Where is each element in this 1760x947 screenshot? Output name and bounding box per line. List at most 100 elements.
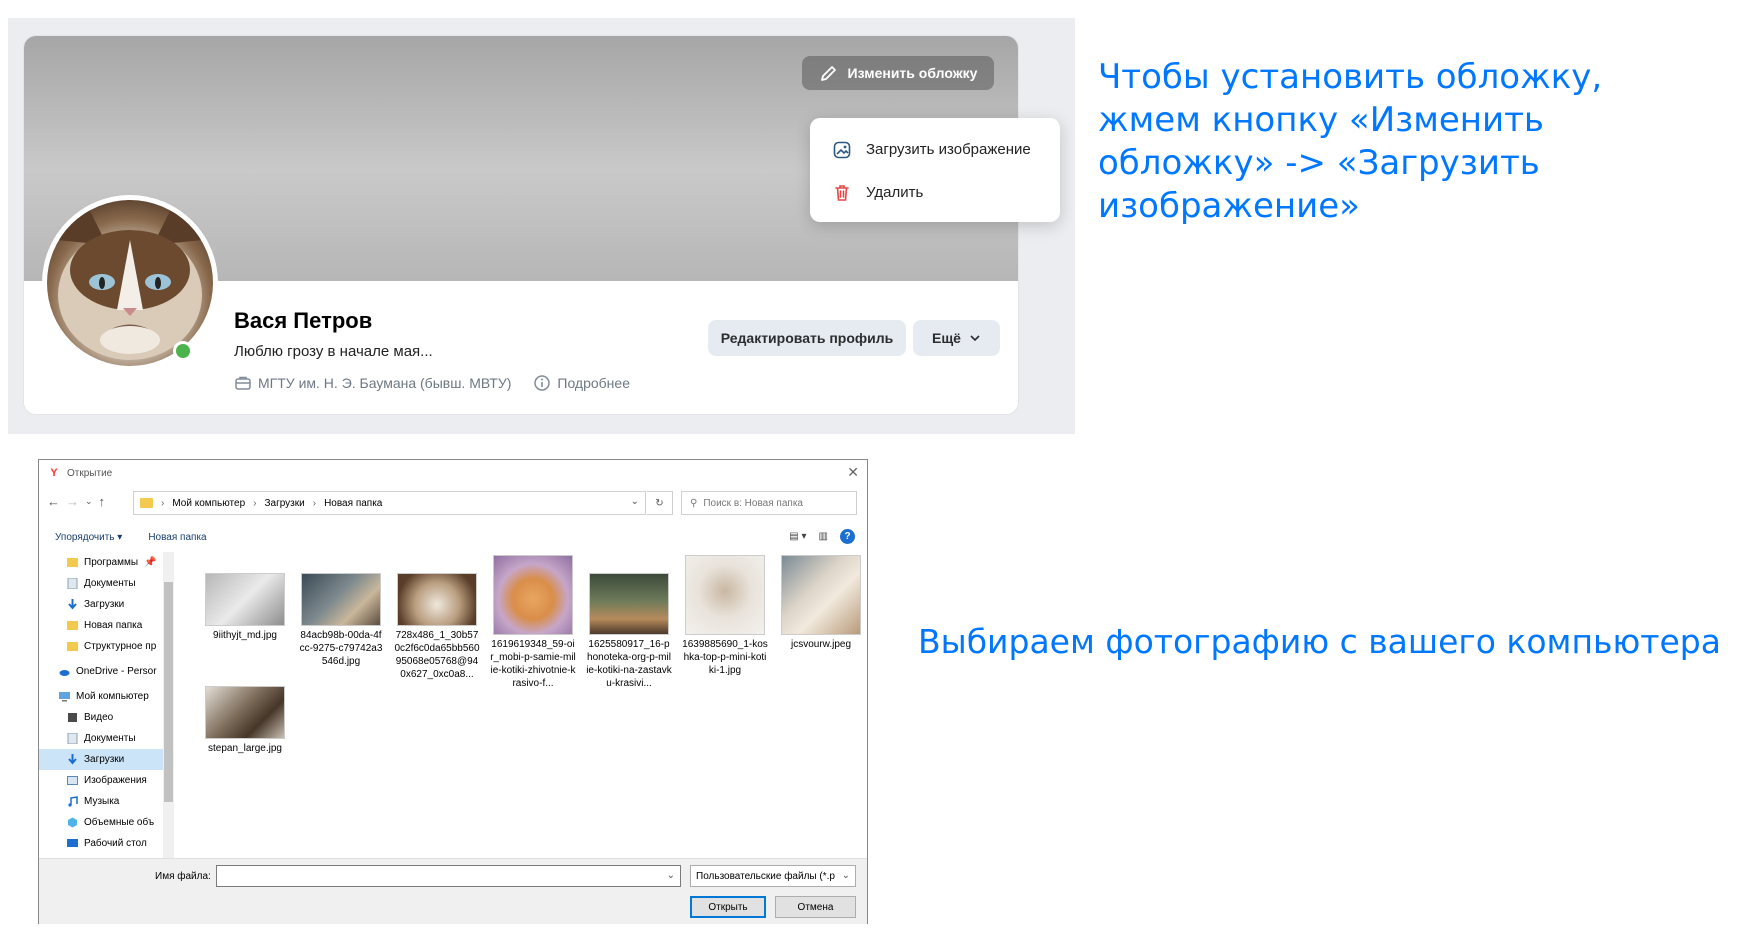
- file-name: jcsvourw.jpeg: [790, 639, 852, 650]
- nav-item-my-computer[interactable]: Мой компьютер: [39, 686, 173, 707]
- delete-label: Удалить: [866, 184, 924, 201]
- nav-item-music[interactable]: Музыка: [39, 791, 173, 812]
- file-name: 9iithyjt_md.jpg: [213, 630, 277, 641]
- open-button[interactable]: Открыть: [690, 896, 766, 918]
- computer-icon: [59, 692, 70, 702]
- filename-input[interactable]: ⌄: [216, 865, 681, 887]
- cover-menu: Загрузить изображение Удалить: [810, 118, 1060, 222]
- documents-icon: [67, 733, 78, 744]
- open-label: Открыть: [708, 901, 748, 913]
- nav-item-label: Программы: [84, 557, 139, 568]
- briefcase-icon: [235, 376, 251, 390]
- change-cover-button[interactable]: Изменить обложку: [802, 56, 994, 90]
- up-arrow-icon[interactable]: ↑: [99, 494, 106, 509]
- avatar-photo: [47, 200, 213, 366]
- image-icon: [833, 141, 851, 158]
- file-thumbnail: [301, 573, 381, 626]
- upload-image-menu-item[interactable]: Загрузить изображение: [810, 128, 1060, 171]
- chevron-down-icon[interactable]: ⌄: [631, 496, 639, 507]
- help-icon[interactable]: ?: [840, 529, 855, 544]
- nav-item-documents[interactable]: Документы: [39, 573, 173, 594]
- breadcrumb-downloads[interactable]: Загрузки: [264, 498, 304, 509]
- nav-item-label: Новая папка: [84, 620, 143, 631]
- file-thumbnail: [589, 573, 669, 635]
- file-thumbnail: [493, 555, 573, 635]
- chevron-down-icon[interactable]: ⌄: [667, 870, 675, 881]
- file-item[interactable]: 1619619348_59-oir_mobi-p-samie-milie-kot…: [490, 555, 576, 690]
- download-icon: [68, 754, 77, 765]
- search-input[interactable]: ⚲ Поиск в: Новая папка: [681, 491, 857, 515]
- nav-item-label: OneDrive - Persor: [76, 666, 157, 677]
- nav-item-programs[interactable]: Программы 📌: [39, 552, 173, 573]
- file-name: 728x486_1_30b570c2f6c0da65bb56095068e057…: [394, 630, 480, 680]
- file-item[interactable]: jcsvourw.jpeg: [778, 555, 864, 651]
- refresh-icon[interactable]: ↻: [647, 491, 673, 515]
- yandex-browser-icon: Y: [47, 466, 61, 480]
- file-item[interactable]: stepan_large.jpg: [202, 686, 288, 755]
- delete-menu-item[interactable]: Удалить: [810, 171, 1060, 214]
- instruction-caption-photo: Выбираем фотографию с вашего компьютера: [918, 622, 1721, 661]
- nav-item-label: Объемные объ: [84, 817, 155, 828]
- filetype-select[interactable]: Пользовательские файлы (*.p ⌄: [690, 865, 856, 887]
- file-item[interactable]: 1625580917_16-phonoteka-org-p-milie-koti…: [586, 573, 672, 690]
- pencil-icon: [820, 66, 836, 81]
- file-item[interactable]: 728x486_1_30b570c2f6c0da65bb56095068e057…: [394, 573, 480, 681]
- nav-item-structural[interactable]: Структурное пр: [39, 636, 173, 657]
- nav-item-label: Видео: [84, 712, 114, 723]
- images-icon: [67, 776, 78, 785]
- nav-scrollbar-thumb[interactable]: [164, 582, 173, 802]
- more-info-link[interactable]: Подробнее: [557, 375, 630, 391]
- avatar[interactable]: [42, 195, 218, 371]
- filename-label: Имя файла:: [155, 871, 211, 882]
- university-text[interactable]: МГТУ им. Н. Э. Баумана (бывш. МВТУ): [258, 375, 511, 391]
- dialog-titlebar: Y Открытие ✕: [39, 460, 867, 486]
- download-icon: [68, 599, 77, 610]
- nav-scrollbar[interactable]: [163, 552, 174, 858]
- nav-item-desktop[interactable]: Рабочий стол: [39, 833, 173, 854]
- cancel-button[interactable]: Отмена: [775, 896, 856, 918]
- file-item[interactable]: 84acb98b-00da-4fcc-9275-c79742a3546d.jpg: [298, 573, 384, 668]
- edit-profile-button[interactable]: Редактировать профиль: [708, 320, 906, 356]
- profile-name: Вася Петров: [234, 308, 373, 333]
- change-cover-label: Изменить обложку: [847, 65, 978, 81]
- breadcrumb-new-folder[interactable]: Новая папка: [324, 498, 382, 509]
- file-item[interactable]: 9iithyjt_md.jpg: [202, 573, 288, 642]
- recent-dropdown-icon[interactable]: ⌄: [85, 494, 93, 509]
- file-item[interactable]: 1639885690_1-koshka-top-p-mini-kotiki-1.…: [682, 555, 768, 677]
- nav-item-downloads[interactable]: Загрузки: [39, 594, 173, 615]
- nav-item-label: Музыка: [84, 796, 120, 807]
- view-controls: ▤ ▾ ▥ ?: [789, 529, 855, 544]
- organize-menu[interactable]: Упорядочить ▾: [55, 532, 122, 543]
- chevron-down-icon: [970, 335, 980, 342]
- cancel-label: Отмена: [797, 901, 834, 913]
- address-bar[interactable]: › Мой компьютер › Загрузки › Новая папка…: [133, 491, 646, 515]
- nav-arrows: ← → ⌄ ↑: [47, 494, 105, 509]
- back-arrow-icon[interactable]: ←: [47, 494, 60, 509]
- profile-status: Люблю грозу в начале мая...: [234, 343, 433, 360]
- cat-face-picture: [57, 205, 203, 360]
- view-mode-icon[interactable]: ▤ ▾: [789, 531, 806, 542]
- open-file-dialog: Y Открытие ✕ ← → ⌄ ↑ › Мой компьютер › З…: [38, 459, 868, 924]
- nav-item-label: Загрузки: [84, 599, 125, 610]
- nav-item-downloads-2[interactable]: Загрузки: [39, 749, 173, 770]
- online-status-indicator: [173, 341, 193, 361]
- forward-arrow-icon[interactable]: →: [66, 494, 79, 509]
- more-label: Ещё: [932, 330, 961, 346]
- nav-item-documents-2[interactable]: Документы: [39, 728, 173, 749]
- file-name: stepan_large.jpg: [208, 743, 282, 754]
- file-thumbnail: [397, 573, 477, 626]
- dialog-footer: Имя файла: ⌄ Пользовательские файлы (*.p…: [39, 858, 867, 924]
- file-grid: 9iithyjt_md.jpg 84acb98b-00da-4fcc-9275-…: [194, 555, 864, 855]
- nav-item-images[interactable]: Изображения: [39, 770, 173, 791]
- nav-item-new-folder[interactable]: Новая папка: [39, 615, 173, 636]
- nav-item-label: Структурное пр: [84, 641, 157, 652]
- nav-item-video[interactable]: Видео: [39, 707, 173, 728]
- preview-pane-icon[interactable]: ▥: [819, 531, 828, 542]
- more-button[interactable]: Ещё: [913, 320, 1000, 356]
- nav-item-onedrive[interactable]: OneDrive - Persor: [39, 661, 173, 682]
- new-folder-button[interactable]: Новая папка: [148, 532, 206, 543]
- breadcrumb-computer[interactable]: Мой компьютер: [172, 498, 245, 509]
- nav-item-3d-objects[interactable]: Объемные объ: [39, 812, 173, 833]
- folder-icon: [67, 621, 78, 630]
- close-icon[interactable]: ✕: [847, 464, 859, 481]
